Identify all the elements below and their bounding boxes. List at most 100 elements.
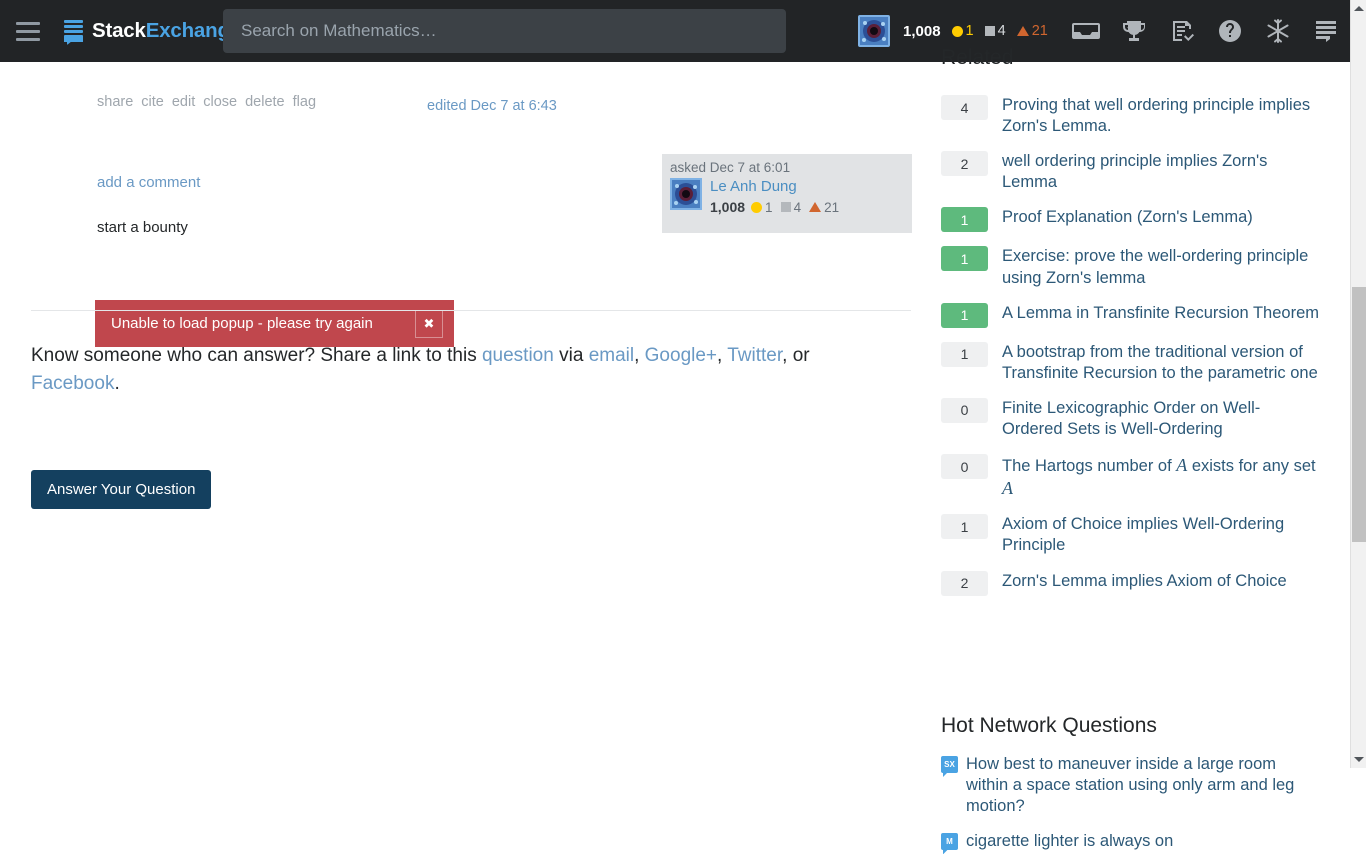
site-logo-text: StackExchange bbox=[92, 19, 241, 43]
asker-user-card: asked Dec 7 at 6:01 Le Anh Dung 1,008 1 … bbox=[662, 154, 912, 233]
related-question-score: 2 bbox=[941, 570, 988, 596]
page-body: share cite edit close delete flag edited Dec … bbox=[0, 46, 1350, 851]
asker-badges: 1,008 1 4 21 bbox=[710, 199, 839, 215]
related-question-item[interactable]: 0 Finite Lexicographic Order on Well-Orde… bbox=[941, 397, 1321, 440]
hot-network-questions-list: SX How best to maneuver inside a large ro… bbox=[941, 754, 1321, 866]
post-action-menu: share cite edit close delete flag bbox=[97, 94, 324, 110]
user-card-details: Le Anh Dung 1,008 1 4 21 bbox=[710, 178, 839, 215]
start-bounty-link[interactable]: start a bounty bbox=[97, 219, 188, 236]
bronze-badge-icon bbox=[809, 202, 822, 212]
hot-network-question-item[interactable]: Mcigarette lighter is always on bbox=[941, 831, 1321, 852]
asked-timestamp: asked Dec 7 at 6:01 bbox=[670, 160, 791, 175]
related-question-score: 1 bbox=[941, 341, 988, 367]
share-sep-2: , bbox=[717, 345, 728, 366]
bronze-badge-count: 21 bbox=[1031, 23, 1048, 39]
movies-exchange-favicon: M bbox=[941, 833, 958, 851]
share-sep-3: , or bbox=[782, 345, 810, 366]
silver-badge-group: 4 bbox=[984, 23, 1006, 39]
user-reputation: 1,008 bbox=[903, 22, 941, 40]
hot-network-question-link[interactable]: cigarette lighter is always on bbox=[966, 831, 1173, 852]
snowflake-icon[interactable] bbox=[1254, 0, 1302, 62]
share-sep-1: , bbox=[634, 345, 645, 366]
scroll-up-arrow-icon[interactable] bbox=[1351, 0, 1366, 17]
top-navigation-bar: StackExchange 1,008 1 4 bbox=[0, 0, 1350, 62]
related-question-item[interactable]: 0 The Hartogs number of A exists for any … bbox=[941, 454, 1321, 500]
related-question-link[interactable]: Zorn's Lemma implies Axiom of Choice bbox=[1002, 571, 1287, 592]
stackexchange-logo-icon bbox=[64, 20, 83, 45]
related-question-link[interactable]: Proof Explanation (Zorn's Lemma) bbox=[1002, 207, 1253, 228]
share-email-link[interactable]: email bbox=[589, 345, 634, 366]
hamburger-menu-icon[interactable] bbox=[0, 0, 56, 62]
space-exchange-favicon: SX bbox=[941, 756, 958, 773]
related-question-score: 2 bbox=[941, 151, 988, 177]
related-question-link[interactable]: The Hartogs number of A exists for any s… bbox=[1002, 454, 1320, 500]
bronze-badge-group: 21 bbox=[1016, 23, 1048, 39]
asker-username[interactable]: Le Anh Dung bbox=[710, 178, 797, 195]
post-action-delete[interactable]: delete bbox=[245, 94, 285, 110]
help-icon[interactable] bbox=[1206, 0, 1254, 62]
post-action-close[interactable]: close bbox=[203, 94, 237, 110]
scroll-down-arrow-icon[interactable] bbox=[1351, 751, 1366, 768]
related-question-link[interactable]: Finite Lexicographic Order on Well-Order… bbox=[1002, 398, 1320, 440]
scrollbar-thumb[interactable] bbox=[1352, 287, 1366, 542]
post-action-flag[interactable]: flag bbox=[293, 94, 316, 110]
gold-badge-icon bbox=[951, 25, 963, 37]
related-question-link[interactable]: Proving that well ordering principle imp… bbox=[1002, 95, 1320, 137]
hot-network-question-item[interactable]: SX How best to maneuver inside a large ro… bbox=[941, 754, 1321, 817]
bronze-badge-icon bbox=[1016, 26, 1029, 36]
trophy-icon[interactable] bbox=[1110, 0, 1158, 62]
related-question-item[interactable]: 4 Proving that well ordering principle im… bbox=[941, 95, 1321, 137]
silver-badge-icon bbox=[780, 202, 791, 212]
site-switcher-icon[interactable] bbox=[1302, 0, 1350, 62]
related-question-item[interactable]: 1 A bootstrap from the traditional versio… bbox=[941, 341, 1321, 384]
related-question-link[interactable]: A bootstrap from the traditional version… bbox=[1002, 342, 1320, 384]
edited-link[interactable]: edited Dec 7 at 6:43 bbox=[427, 98, 557, 114]
related-section-title: Related bbox=[941, 46, 1014, 69]
related-question-item[interactable]: 1 Axiom of Choice implies Well-Ordering P… bbox=[941, 514, 1321, 556]
related-question-score: 1 bbox=[941, 246, 988, 272]
related-question-score: 1 bbox=[941, 514, 988, 540]
related-question-item[interactable]: 2 well ordering principle implies Zorn's … bbox=[941, 151, 1321, 193]
answer-your-question-button[interactable]: Answer Your Question bbox=[31, 470, 212, 509]
bronze-badge-count: 21 bbox=[824, 199, 840, 215]
hamburger-bar bbox=[16, 21, 40, 25]
asker-reputation: 1,008 bbox=[710, 199, 746, 215]
gold-badge-count: 1 bbox=[965, 23, 974, 39]
share-question-link[interactable]: question bbox=[482, 345, 554, 366]
asker-avatar[interactable] bbox=[670, 178, 702, 210]
page-scrollbar[interactable] bbox=[1350, 0, 1366, 768]
related-questions-list: 4 Proving that well ordering principle im… bbox=[941, 95, 1321, 610]
hot-network-question-link[interactable]: How best to maneuver inside a large room… bbox=[966, 754, 1316, 817]
inbox-icon[interactable] bbox=[1062, 0, 1110, 62]
share-twitter-link[interactable]: Twitter bbox=[727, 345, 782, 366]
close-icon[interactable]: ✖ bbox=[415, 309, 443, 338]
error-message: Unable to load popup - please try again bbox=[111, 315, 373, 332]
add-comment-link[interactable]: add a comment bbox=[97, 174, 200, 191]
related-question-link[interactable]: A Lemma in Transfinite Recursion Theorem bbox=[1002, 303, 1319, 324]
share-facebook-link[interactable]: Facebook bbox=[31, 373, 114, 394]
hot-network-questions-title: Hot Network Questions bbox=[941, 714, 1157, 737]
review-icon[interactable] bbox=[1158, 0, 1206, 62]
post-action-share[interactable]: share bbox=[97, 94, 133, 110]
post-edited-timestamp[interactable]: edited Dec 7 at 6:43 bbox=[427, 98, 557, 114]
silver-badge-count: 4 bbox=[997, 23, 1006, 39]
section-divider bbox=[31, 310, 911, 311]
user-avatar[interactable] bbox=[858, 15, 890, 47]
post-action-cite[interactable]: cite bbox=[141, 94, 164, 110]
related-question-item[interactable]: 1 Exercise: prove the well-ordering princ… bbox=[941, 246, 1321, 288]
related-question-score: 1 bbox=[941, 207, 988, 233]
post-action-edit[interactable]: edit bbox=[172, 94, 195, 110]
related-question-item[interactable]: 1 Proof Explanation (Zorn's Lemma) bbox=[941, 207, 1321, 233]
related-question-score: 0 bbox=[941, 454, 988, 480]
related-question-link[interactable]: Exercise: prove the well-ordering princi… bbox=[1002, 246, 1320, 288]
related-question-link[interactable]: Axiom of Choice implies Well-Ordering Pr… bbox=[1002, 514, 1320, 556]
share-prompt: Know someone who can answer? Share a lin… bbox=[31, 342, 861, 397]
related-question-item[interactable]: 1 A Lemma in Transfinite Recursion Theore… bbox=[941, 302, 1321, 328]
related-question-item[interactable]: 2 Zorn's Lemma implies Axiom of Choice bbox=[941, 570, 1321, 596]
math-symbol: A bbox=[1176, 455, 1188, 476]
search-input[interactable] bbox=[223, 9, 786, 53]
gold-badge-count: 1 bbox=[765, 199, 773, 215]
share-via-text: via bbox=[553, 345, 589, 366]
share-googleplus-link[interactable]: Google+ bbox=[645, 345, 717, 366]
related-question-link[interactable]: well ordering principle implies Zorn's L… bbox=[1002, 151, 1320, 193]
